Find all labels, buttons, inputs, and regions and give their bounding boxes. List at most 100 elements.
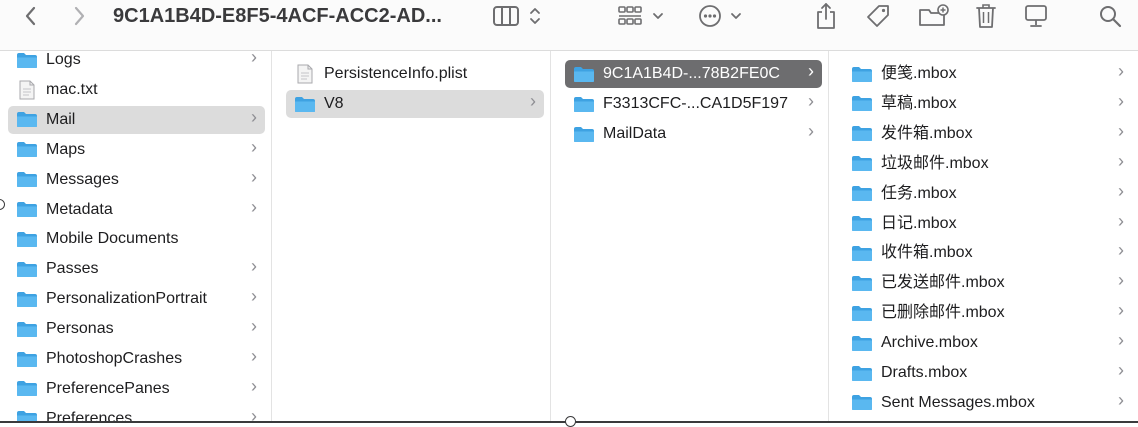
group-grid-icon [618,6,663,25]
folder-row[interactable]: V8 › [286,90,544,118]
item-name: Mobile Documents [46,230,179,248]
column-1: Logs › mac.txt Mail › Maps › Messages › Metadata ›… [0,51,271,423]
disclosure-chevron-icon: › [1118,270,1124,291]
desktop-icon [1025,5,1047,27]
disclosure-chevron-icon: › [251,256,257,277]
folder-row[interactable]: 发件箱.mbox › [843,120,1132,148]
action-button[interactable] [697,0,745,32]
window-title: 9C1A1B4D-E8F5-4ACF-ACC2-AD... [113,5,442,27]
item-name: Sent Messages.mbox [881,393,1035,411]
disclosure-chevron-icon: › [808,121,814,141]
item-name: 日记.mbox [881,214,957,232]
folder-row[interactable]: Maps › [8,136,265,164]
desktop-button[interactable] [1023,0,1049,32]
item-name: Passes [46,260,99,278]
trash-button[interactable] [974,0,998,32]
tag-button[interactable] [864,0,892,32]
disclosure-chevron-icon: › [1118,90,1124,111]
folder-icon [574,66,594,82]
share-icon [817,3,835,29]
folder-icon [17,52,37,68]
folder-row[interactable]: 已删除邮件.mbox › [843,299,1132,327]
item-name: 任务.mbox [881,184,957,202]
share-button[interactable] [814,0,838,32]
item-name: 收件箱.mbox [881,244,973,262]
folder-icon [852,216,872,231]
disclosure-chevron-icon: › [251,51,257,67]
search-button[interactable] [1097,0,1123,32]
item-name: PersistenceInfo.plist [324,65,468,82]
folder-row[interactable]: Passes › [8,255,265,283]
folder-icon [17,231,37,247]
item-name: mac.txt [46,80,98,98]
item-name: Mail [46,110,76,128]
item-name: MailData [603,125,667,142]
new-folder-button[interactable] [918,0,950,32]
file-row[interactable]: PersistenceInfo.plist [286,60,544,88]
folder-row[interactable]: Logs › [8,51,265,74]
folder-row[interactable]: Mail › [8,105,265,134]
folder-row[interactable]: Messages › [8,166,265,194]
folder-row[interactable]: 任务.mbox › [843,180,1132,208]
folder-row[interactable]: 便笺.mbox › [843,60,1132,88]
item-name: 发件箱.mbox [881,124,973,142]
view-mode-button[interactable] [492,0,546,32]
folder-row[interactable]: Drafts.mbox › [843,359,1132,387]
item-name: V8 [324,95,344,112]
column-2: PersistenceInfo.plist V8 › [272,51,550,423]
folder-row[interactable]: F3313CFC-...CA1D5F197 › [565,90,822,118]
item-name: PhotoshopCrashes [46,350,183,367]
folder-row[interactable]: Personas › [8,315,265,343]
disclosure-chevron-icon: › [1118,210,1124,231]
file-row[interactable]: mac.txt [8,76,265,104]
folder-icon [852,365,872,381]
folder-row[interactable]: 9C1A1B4D-...78B2FE0C › [565,60,822,88]
disclosure-chevron-icon: › [251,346,257,366]
folder-row[interactable]: PhotoshopCrashes › [8,345,265,373]
folder-row[interactable]: Metadata › [8,196,265,224]
folder-row[interactable]: 已发送邮件.mbox › [843,269,1132,297]
folder-row[interactable]: PreferencePanes › [8,375,265,403]
disclosure-chevron-icon: › [251,375,257,396]
disclosure-chevron-icon: › [1118,330,1124,351]
document-icon [297,64,313,84]
chevron-left-icon [25,6,36,26]
folder-row[interactable]: 日记.mbox › [843,210,1132,238]
group-button[interactable] [617,0,669,32]
ellipsis-circle-icon [699,5,741,27]
folder-icon [17,381,37,397]
folder-icon [17,172,37,188]
item-name: 已发送邮件.mbox [881,274,1005,292]
disclosure-chevron-icon: › [251,136,257,157]
folder-row[interactable]: 收件箱.mbox › [843,239,1132,267]
item-name: PersonalizationPortrait [46,290,207,308]
item-name: Logs [46,51,81,68]
folder-icon [852,245,872,261]
folder-row[interactable]: 草稿.mbox › [843,90,1132,118]
document-icon [19,80,35,100]
folder-icon [852,305,872,321]
forward-button[interactable] [66,0,92,32]
columns-view-icon [493,6,540,26]
item-name: Drafts.mbox [881,364,968,381]
folder-row[interactable]: Mobile Documents [8,225,265,253]
column-resize-handle[interactable] [565,416,576,427]
folder-icon [852,186,872,202]
column-4: 便笺.mbox › 草稿.mbox › 发件箱.mbox › 垃圾邮件.mbox › 任务.mb… [829,51,1138,423]
folder-row[interactable]: MailData › [565,120,822,148]
item-name: 便笺.mbox [881,65,957,82]
folder-row[interactable]: PersonalizationPortrait › [8,285,265,313]
disclosure-chevron-icon: › [251,286,257,307]
item-name: Archive.mbox [881,334,978,352]
back-button[interactable] [18,0,44,32]
folder-row[interactable]: Archive.mbox › [843,329,1132,357]
folder-icon [852,395,872,411]
folder-icon [852,275,872,291]
folder-icon [295,96,315,112]
folder-row[interactable]: 垃圾邮件.mbox › [843,150,1132,178]
disclosure-chevron-icon: › [1118,360,1124,380]
trash-icon [976,4,996,28]
disclosure-chevron-icon: › [1118,240,1124,261]
disclosure-chevron-icon: › [1118,61,1124,81]
folder-row[interactable]: Sent Messages.mbox › [843,389,1132,417]
